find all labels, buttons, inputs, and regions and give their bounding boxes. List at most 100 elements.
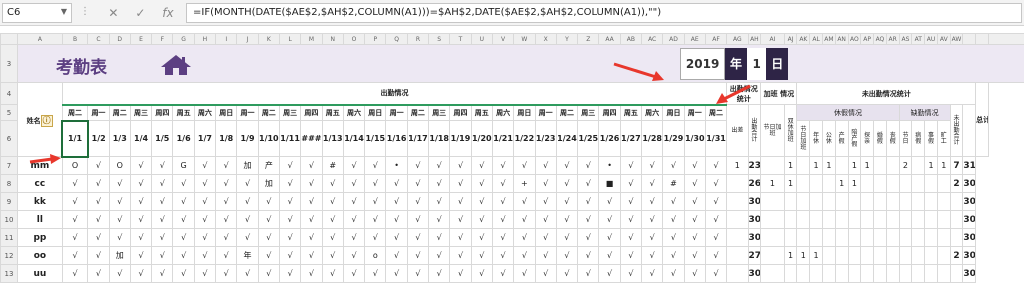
- attendance-mark[interactable]: √: [470, 192, 493, 211]
- column-header[interactable]: AA: [598, 33, 621, 45]
- stat-value[interactable]: 1: [847, 156, 862, 175]
- attendance-mark[interactable]: √: [385, 174, 408, 193]
- stat-value[interactable]: [936, 174, 951, 193]
- total-value[interactable]: 30: [962, 246, 977, 265]
- attendance-mark[interactable]: √: [61, 246, 89, 265]
- stat-value[interactable]: [873, 210, 887, 229]
- row-header[interactable]: 12: [0, 246, 19, 265]
- column-header[interactable]: M: [300, 33, 323, 45]
- attendance-mark[interactable]: √: [151, 192, 174, 211]
- date-cell[interactable]: 1/19: [449, 120, 472, 157]
- column-header[interactable]: A: [17, 33, 63, 45]
- attendance-mark[interactable]: √: [342, 264, 366, 283]
- date-cell[interactable]: 1/4: [129, 120, 153, 157]
- attendance-mark[interactable]: √: [641, 228, 664, 247]
- column-header[interactable]: Z: [577, 33, 600, 45]
- stat-value[interactable]: [847, 246, 862, 265]
- attendance-mark[interactable]: √: [215, 192, 238, 211]
- attendance-mark[interactable]: √: [364, 264, 387, 283]
- attendance-mark[interactable]: √: [406, 210, 430, 229]
- attendance-mark[interactable]: √: [662, 192, 685, 211]
- attendance-mark[interactable]: √: [406, 264, 430, 283]
- stat-value[interactable]: 30: [747, 264, 762, 283]
- attendance-mark[interactable]: √: [555, 192, 579, 211]
- select-all-corner[interactable]: [0, 33, 19, 45]
- stat-value[interactable]: [860, 192, 875, 211]
- attendance-mark[interactable]: √: [406, 228, 430, 247]
- attendance-mark[interactable]: √: [470, 156, 493, 175]
- date-cell[interactable]: 1/22: [513, 120, 536, 157]
- employee-name[interactable]: cc: [17, 174, 63, 193]
- stat-value[interactable]: [924, 210, 938, 229]
- weekday-cell[interactable]: 周一: [87, 103, 110, 121]
- date-cell[interactable]: 1/2: [87, 120, 110, 157]
- attendance-mark[interactable]: √: [151, 156, 174, 175]
- column-header[interactable]: AN: [834, 33, 849, 45]
- attendance-mark[interactable]: √: [619, 210, 643, 229]
- more-dots-icon[interactable]: ⋮: [80, 6, 91, 17]
- stat-value[interactable]: [796, 174, 811, 193]
- attendance-mark[interactable]: √: [619, 174, 643, 193]
- stat-value[interactable]: [821, 246, 836, 265]
- column-header[interactable]: N: [321, 33, 344, 45]
- date-cell[interactable]: 1/25: [577, 120, 600, 157]
- stat-value[interactable]: [760, 156, 785, 175]
- column-header[interactable]: J: [236, 33, 259, 45]
- total-value[interactable]: 30: [962, 228, 977, 247]
- stat-value[interactable]: [783, 210, 798, 229]
- stat-value[interactable]: [847, 210, 862, 229]
- stat-value[interactable]: [860, 228, 875, 247]
- weekday-cell[interactable]: 周四: [449, 103, 472, 121]
- column-header[interactable]: C: [87, 33, 110, 45]
- row-header[interactable]: 5: [0, 104, 19, 121]
- stat-value[interactable]: [834, 210, 849, 229]
- column-header[interactable]: AC: [641, 33, 664, 45]
- weekday-cell[interactable]: 周日: [662, 103, 685, 121]
- attendance-mark[interactable]: √: [491, 192, 515, 211]
- row-header[interactable]: 8: [0, 174, 19, 193]
- attendance-mark[interactable]: √: [598, 192, 621, 211]
- date-cell[interactable]: 1/9: [236, 120, 259, 157]
- date-cell[interactable]: 1/10: [257, 120, 280, 157]
- insert-function-icon[interactable]: fx: [162, 6, 173, 20]
- column-header[interactable]: AT: [911, 33, 926, 45]
- stat-value[interactable]: [911, 264, 926, 283]
- row-header[interactable]: 10: [0, 210, 19, 229]
- stat-value[interactable]: [726, 210, 749, 229]
- stat-value[interactable]: 1: [783, 156, 798, 175]
- attendance-mark[interactable]: √: [151, 246, 174, 265]
- attendance-mark[interactable]: √: [662, 156, 685, 175]
- attendance-mark[interactable]: √: [300, 228, 323, 247]
- stat-value[interactable]: [796, 156, 811, 175]
- attendance-mark[interactable]: √: [129, 174, 153, 193]
- attendance-mark[interactable]: √: [151, 174, 174, 193]
- weekday-cell[interactable]: 周日: [513, 103, 536, 121]
- attendance-mark[interactable]: √: [342, 228, 366, 247]
- weekday-cell[interactable]: 周二: [108, 103, 131, 121]
- date-cell[interactable]: 1/28: [641, 120, 664, 157]
- attendance-mark[interactable]: √: [108, 228, 131, 247]
- attendance-mark[interactable]: √: [619, 264, 643, 283]
- attendance-mark[interactable]: √: [641, 156, 664, 175]
- stat-value[interactable]: [760, 228, 785, 247]
- stat-value[interactable]: [726, 246, 749, 265]
- row-header[interactable]: 13: [0, 264, 19, 283]
- stat-value[interactable]: 1: [860, 156, 875, 175]
- attendance-mark[interactable]: √: [683, 192, 706, 211]
- column-header[interactable]: AV: [936, 33, 951, 45]
- attendance-mark[interactable]: √: [641, 192, 664, 211]
- weekday-cell[interactable]: 周六: [193, 103, 217, 121]
- attendance-mark[interactable]: √: [662, 264, 685, 283]
- stat-value[interactable]: [911, 210, 926, 229]
- stat-value[interactable]: [911, 228, 926, 247]
- attendance-mark[interactable]: √: [151, 264, 174, 283]
- stat-value[interactable]: [783, 192, 798, 211]
- employee-name[interactable]: uu: [17, 264, 63, 283]
- attendance-mark[interactable]: √: [342, 174, 366, 193]
- attendance-mark[interactable]: √: [449, 192, 472, 211]
- stat-value[interactable]: [873, 246, 887, 265]
- attendance-mark[interactable]: √: [108, 174, 131, 193]
- stat-value[interactable]: [821, 210, 836, 229]
- stat-value[interactable]: [796, 192, 811, 211]
- attendance-mark[interactable]: √: [491, 264, 515, 283]
